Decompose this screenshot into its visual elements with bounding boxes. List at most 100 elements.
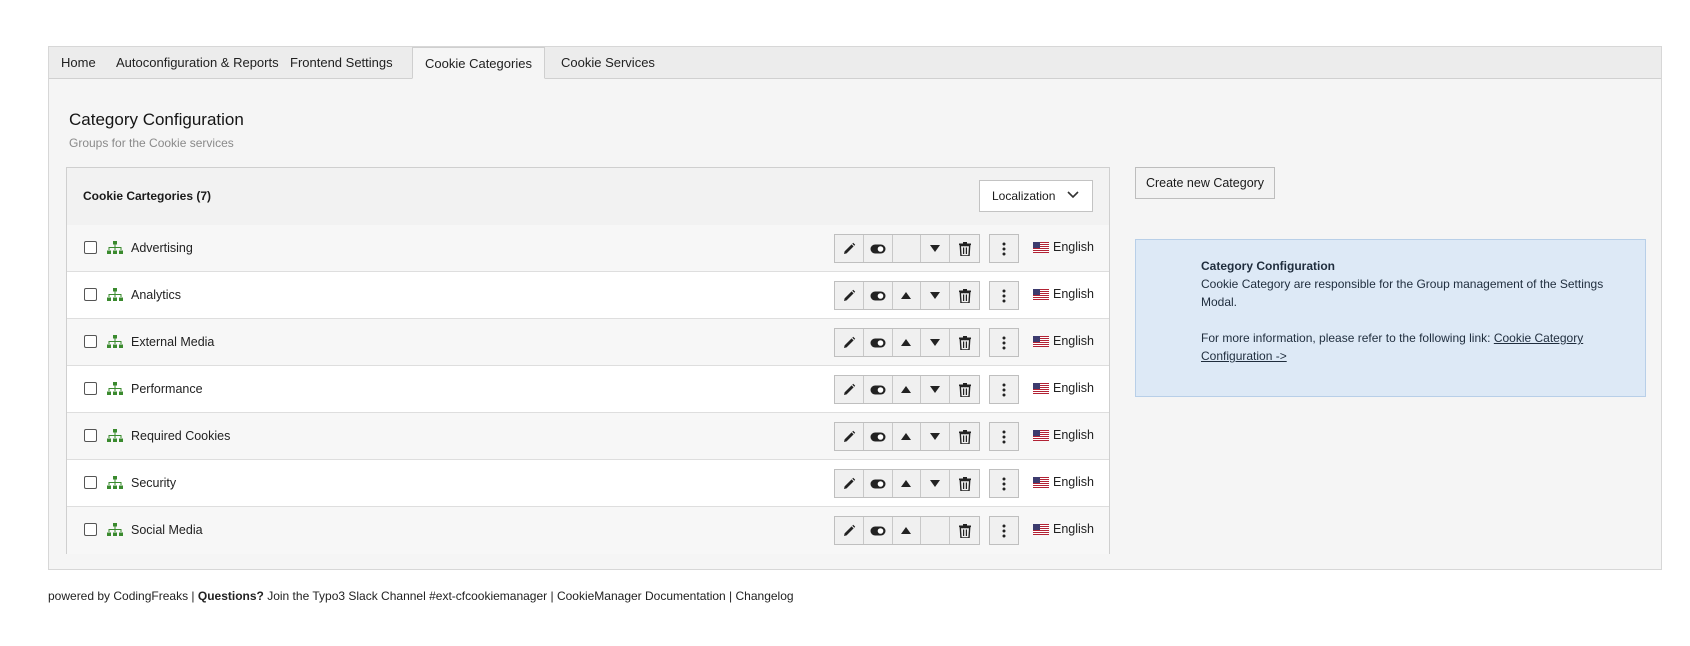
- toggle-visibility-button[interactable]: [864, 517, 893, 544]
- more-options-button[interactable]: [989, 375, 1019, 404]
- row-title[interactable]: Analytics: [131, 288, 181, 302]
- row-checkbox[interactable]: [84, 476, 97, 489]
- toggle-visibility-button[interactable]: [864, 329, 893, 356]
- move-up-icon: [901, 386, 912, 393]
- more-options-button[interactable]: [989, 422, 1019, 451]
- category-icon: [107, 382, 123, 395]
- toggle-visibility-button[interactable]: [864, 423, 893, 450]
- edit-button[interactable]: [835, 517, 864, 544]
- edit-button[interactable]: [835, 376, 864, 403]
- row-checkbox[interactable]: [84, 523, 97, 536]
- move-down-icon: [930, 480, 941, 487]
- footer-separator: |: [725, 589, 736, 603]
- row-checkbox[interactable]: [84, 335, 97, 348]
- row-language: English: [1033, 334, 1094, 348]
- row-checkbox[interactable]: [84, 241, 97, 254]
- delete-button[interactable]: [950, 517, 979, 544]
- language-label: English: [1053, 522, 1094, 536]
- move-up-button[interactable]: [893, 470, 922, 497]
- row-title[interactable]: Advertising: [131, 241, 193, 255]
- row-actions: [834, 234, 980, 263]
- footer-changelog-link[interactable]: Changelog: [736, 589, 794, 603]
- tab-home[interactable]: Home: [49, 47, 108, 78]
- localization-dropdown[interactable]: Localization: [979, 180, 1093, 212]
- edit-button[interactable]: [835, 282, 864, 309]
- row-language: English: [1033, 475, 1094, 489]
- move-down-button[interactable]: [921, 376, 951, 403]
- language-label: English: [1053, 475, 1094, 489]
- chevron-down-icon: [1067, 191, 1079, 199]
- move-up-button[interactable]: [893, 329, 922, 356]
- row-title[interactable]: Required Cookies: [131, 429, 230, 443]
- table-row: External Media English: [67, 319, 1109, 366]
- more-options-button[interactable]: [989, 234, 1019, 263]
- trash-icon: [958, 241, 971, 256]
- language-label: English: [1053, 287, 1094, 301]
- category-icon: [107, 523, 123, 536]
- toggle-visibility-button[interactable]: [864, 470, 893, 497]
- move-down-button[interactable]: [921, 235, 951, 262]
- move-down-button[interactable]: [921, 470, 951, 497]
- move-down-button[interactable]: [921, 282, 951, 309]
- more-options-button[interactable]: [989, 328, 1019, 357]
- move-up-icon: [901, 527, 912, 534]
- us-flag-icon: [1033, 477, 1049, 488]
- edit-button[interactable]: [835, 329, 864, 356]
- delete-button[interactable]: [950, 329, 979, 356]
- row-title[interactable]: Security: [131, 476, 176, 490]
- footer-slack[interactable]: Join the Typo3 Slack Channel #ext-cfcook…: [264, 589, 547, 603]
- move-up-button[interactable]: [893, 517, 922, 544]
- row-actions: [834, 281, 980, 310]
- delete-button[interactable]: [950, 376, 979, 403]
- row-checkbox[interactable]: [84, 288, 97, 301]
- tab-frontend-settings[interactable]: Frontend Settings: [278, 47, 405, 78]
- row-title[interactable]: Social Media: [131, 523, 203, 537]
- tab-autoconfiguration[interactable]: Autoconfiguration & Reports: [104, 47, 291, 78]
- delete-button[interactable]: [950, 235, 979, 262]
- toggle-icon: [870, 244, 886, 253]
- toggle-icon: [870, 291, 886, 300]
- move-up-button[interactable]: [893, 423, 922, 450]
- more-options-icon: [1002, 242, 1006, 255]
- delete-button[interactable]: [950, 423, 979, 450]
- delete-button[interactable]: [950, 470, 979, 497]
- more-options-button[interactable]: [989, 281, 1019, 310]
- us-flag-icon: [1033, 336, 1049, 347]
- categories-panel: Cookie Cartegories (7) Localization Adve…: [66, 167, 1110, 554]
- row-checkbox[interactable]: [84, 429, 97, 442]
- toggle-visibility-button[interactable]: [864, 235, 893, 262]
- toggle-visibility-button[interactable]: [864, 376, 893, 403]
- panel-header: Cookie Cartegories (7) Localization: [67, 168, 1109, 226]
- delete-button[interactable]: [950, 282, 979, 309]
- toggle-visibility-button[interactable]: [864, 282, 893, 309]
- move-up-button[interactable]: [893, 376, 922, 403]
- us-flag-icon: [1033, 242, 1049, 253]
- edit-button[interactable]: [835, 235, 864, 262]
- tab-cookie-services[interactable]: Cookie Services: [549, 47, 667, 78]
- tab-bar: Home Autoconfiguration & Reports Fronten…: [49, 47, 1661, 79]
- edit-icon: [843, 477, 856, 489]
- move-up-icon: [901, 480, 912, 487]
- category-icon: [107, 429, 123, 442]
- move-down-button[interactable]: [921, 329, 951, 356]
- info-title: Category Configuration: [1201, 259, 1335, 273]
- edit-icon: [843, 524, 856, 536]
- row-title[interactable]: Performance: [131, 382, 203, 396]
- us-flag-icon: [1033, 524, 1049, 535]
- edit-button[interactable]: [835, 470, 864, 497]
- create-new-category-button[interactable]: Create new Category: [1135, 167, 1275, 199]
- move-down-button[interactable]: [921, 423, 951, 450]
- row-title[interactable]: External Media: [131, 335, 214, 349]
- panel-title: Cookie Cartegories (7): [83, 189, 212, 203]
- category-icon: [107, 476, 123, 489]
- move-up-button[interactable]: [893, 282, 922, 309]
- table-row: Required Cookies English: [67, 413, 1109, 460]
- footer-docs-link[interactable]: CookieManager Documentation: [557, 589, 726, 603]
- trash-icon: [958, 476, 971, 491]
- edit-button[interactable]: [835, 423, 864, 450]
- move-down-icon: [930, 339, 941, 346]
- tab-cookie-categories[interactable]: Cookie Categories: [412, 47, 545, 79]
- more-options-button[interactable]: [989, 516, 1019, 545]
- more-options-button[interactable]: [989, 469, 1019, 498]
- row-checkbox[interactable]: [84, 382, 97, 395]
